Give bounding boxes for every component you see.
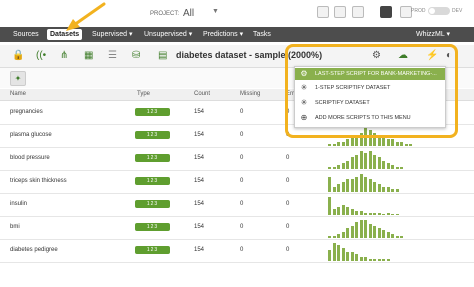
callout-arrow: [66, 2, 106, 31]
